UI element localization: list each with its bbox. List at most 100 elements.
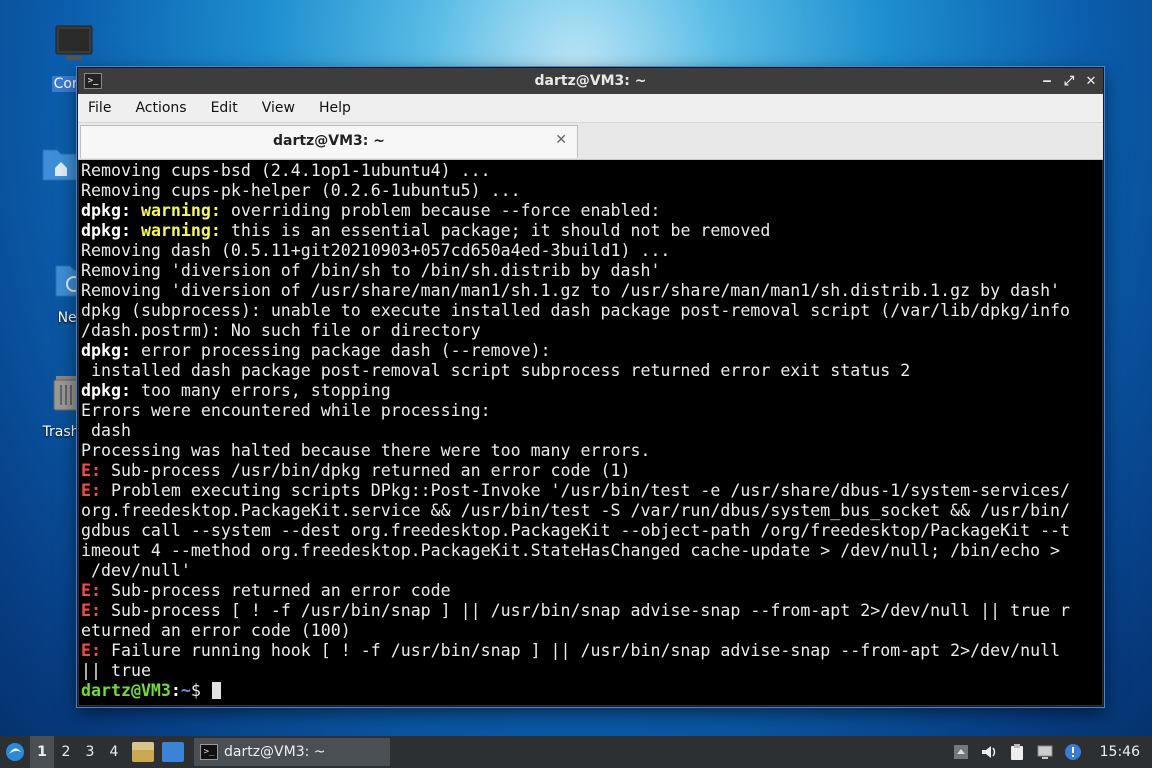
terminal-text: E: xyxy=(81,641,111,660)
terminal-line: E: Sub-process /usr/bin/dpkg returned an… xyxy=(81,461,1102,481)
prompt-path: ~ xyxy=(180,681,191,700)
terminal-lines: Removing cups-bsd (2.4.1op1-1ubuntu4) ..… xyxy=(79,160,1102,681)
menu-actions[interactable]: Actions xyxy=(123,94,198,122)
terminal-text: overriding problem because --force enabl… xyxy=(220,201,661,220)
workspace-3[interactable]: 3 xyxy=(78,736,102,768)
tab-bar: dartz@VM3: ~ ✕ xyxy=(78,123,1103,160)
menubar: File Actions Edit View Help xyxy=(78,94,1103,123)
terminal-cursor xyxy=(211,682,221,699)
notification-icon[interactable] xyxy=(1064,743,1082,761)
prompt-user-host: dartz@VM3 xyxy=(81,681,171,700)
terminal-text: Processing was halted because there were… xyxy=(81,441,651,460)
terminal-text: eturned an error code (100) xyxy=(81,621,351,640)
network-icon[interactable] xyxy=(1036,743,1054,761)
terminal-text: dpkg (subprocess): unable to execute ins… xyxy=(81,301,1071,320)
computer-icon xyxy=(55,25,93,60)
terminal-text: error processing package dash (--remove)… xyxy=(140,341,551,360)
taskbar-task-terminal[interactable]: >_ dartz@VM3: ~ xyxy=(194,738,390,766)
terminal-text: Removing dash (0.5.11+git20210903+057cd6… xyxy=(81,241,671,260)
terminal-line: E: Problem executing scripts DPkg::Post-… xyxy=(81,481,1102,501)
system-tray: 15:46 xyxy=(952,736,1152,768)
terminal-text: E: xyxy=(81,581,111,600)
terminal-window: >_ dartz@VM3: ~ ‒ ⤢ ✕ File Actions Edit … xyxy=(77,67,1104,707)
terminal-text: Removing cups-pk-helper (0.2.6-1ubuntu5)… xyxy=(81,181,521,200)
terminal-text: gdbus call --system --dest org.freedeskt… xyxy=(81,521,1071,540)
menu-edit[interactable]: Edit xyxy=(199,94,250,122)
terminal-text: Failure running hook [ ! -f /usr/bin/sna… xyxy=(110,641,1061,660)
terminal-text: || true xyxy=(81,661,151,680)
terminal-line: Removing 'diversion of /bin/sh to /bin/s… xyxy=(81,261,1102,281)
terminal-text: dash xyxy=(81,421,131,440)
terminal-text: dpkg: xyxy=(81,221,141,240)
terminal-text: Sub-process /usr/bin/dpkg returned an er… xyxy=(110,461,631,480)
start-menu-button[interactable] xyxy=(0,736,30,768)
terminal-line: E: Sub-process [ ! -f /usr/bin/snap ] ||… xyxy=(81,601,1102,621)
terminal-text: dpkg: xyxy=(81,201,141,220)
terminal-line: Processing was halted because there were… xyxy=(81,441,1102,461)
terminal-text: Problem executing scripts DPkg::Post-Inv… xyxy=(110,481,1071,500)
menu-help[interactable]: Help xyxy=(307,94,363,122)
terminal-line: || true xyxy=(81,661,1102,681)
terminal-line: E: Sub-process returned an error code xyxy=(81,581,1102,601)
terminal-text: E: xyxy=(81,481,111,500)
menu-file[interactable]: File xyxy=(78,94,123,122)
terminal-line: dpkg (subprocess): unable to execute ins… xyxy=(81,301,1102,321)
terminal-text: warning: xyxy=(140,221,221,240)
task-label: dartz@VM3: ~ xyxy=(224,744,326,760)
taskbar: 1 2 3 4 >_ dartz@VM3: ~ 15:46 xyxy=(0,736,1152,768)
terminal-text: E: xyxy=(81,601,111,620)
workspace-2[interactable]: 2 xyxy=(54,736,78,768)
terminal-text: /dev/null' xyxy=(81,561,191,580)
terminal-line: eturned an error code (100) xyxy=(81,621,1102,641)
lubuntu-logo-icon xyxy=(6,743,24,761)
prompt-symbol: $ xyxy=(190,681,211,700)
updates-icon[interactable] xyxy=(952,743,970,761)
terminal-line: gdbus call --system --dest org.freedeskt… xyxy=(81,521,1102,541)
file-manager-launcher-icon[interactable] xyxy=(132,742,154,762)
terminal-line: Removing cups-pk-helper (0.2.6-1ubuntu5)… xyxy=(81,181,1102,201)
terminal-line: dash xyxy=(81,421,1102,441)
terminal-line: installed dash package post-removal scri… xyxy=(81,361,1102,381)
terminal-line: Removing dash (0.5.11+git20210903+057cd6… xyxy=(81,241,1102,261)
terminal-line: dpkg: error processing package dash (--r… xyxy=(81,341,1102,361)
terminal-text: installed dash package post-removal scri… xyxy=(81,361,911,380)
terminal-text: too many errors, stopping xyxy=(140,381,391,400)
terminal-text: Removing 'diversion of /usr/share/man/ma… xyxy=(81,281,1061,300)
terminal-text: Errors were encountered while processing… xyxy=(81,401,491,420)
terminal-text: E: xyxy=(81,461,111,480)
menu-view[interactable]: View xyxy=(250,94,307,122)
close-icon[interactable]: ✕ xyxy=(1085,74,1097,89)
terminal-line: /dash.postrm): No such file or directory xyxy=(81,321,1102,341)
terminal-text: Removing 'diversion of /bin/sh to /bin/s… xyxy=(81,261,661,280)
workspace-1[interactable]: 1 xyxy=(30,736,54,768)
terminal-line: dpkg: too many errors, stopping xyxy=(81,381,1102,401)
tab-terminal[interactable]: dartz@VM3: ~ ✕ xyxy=(80,125,578,158)
terminal-text: /dash.postrm): No such file or directory xyxy=(81,321,481,340)
window-title: dartz@VM3: ~ xyxy=(534,73,647,89)
terminal-text: dpkg: xyxy=(81,341,141,360)
terminal-text: Removing cups-bsd (2.4.1op1-1ubuntu4) ..… xyxy=(81,161,491,180)
workspace-4[interactable]: 4 xyxy=(102,736,126,768)
minimize-icon[interactable]: ‒ xyxy=(1041,74,1053,89)
prompt-separator: : xyxy=(170,681,181,700)
terminal-line: dpkg: warning: this is an essential pack… xyxy=(81,221,1102,241)
terminal-text: this is an essential package; it should … xyxy=(220,221,771,240)
tab-label: dartz@VM3: ~ xyxy=(273,133,385,149)
terminal-line: Errors were encountered while processing… xyxy=(81,401,1102,421)
terminal-text: Sub-process [ ! -f /usr/bin/snap ] || /u… xyxy=(110,601,1071,620)
terminal-output[interactable]: Removing cups-bsd (2.4.1op1-1ubuntu4) ..… xyxy=(79,160,1102,705)
restore-icon[interactable]: ⤢ xyxy=(1063,74,1075,89)
terminal-text: imeout 4 --method org.freedesktop.Packag… xyxy=(81,541,1061,560)
window-titlebar[interactable]: >_ dartz@VM3: ~ ‒ ⤢ ✕ xyxy=(78,68,1103,94)
volume-icon[interactable] xyxy=(980,743,998,761)
clipboard-icon[interactable] xyxy=(1008,743,1026,761)
clock[interactable]: 15:46 xyxy=(1100,744,1140,760)
terminal-text: dpkg: xyxy=(81,381,141,400)
terminal-text: org.freedesktop.PackageKit.service && /u… xyxy=(81,501,1071,520)
terminal-line: E: Failure running hook [ ! -f /usr/bin/… xyxy=(81,641,1102,661)
terminal-text: Sub-process returned an error code xyxy=(110,581,451,600)
terminal-line: Removing 'diversion of /usr/share/man/ma… xyxy=(81,281,1102,301)
show-desktop-icon[interactable] xyxy=(162,742,184,762)
tab-close-icon[interactable]: ✕ xyxy=(555,132,567,148)
terminal-task-icon: >_ xyxy=(200,744,218,760)
